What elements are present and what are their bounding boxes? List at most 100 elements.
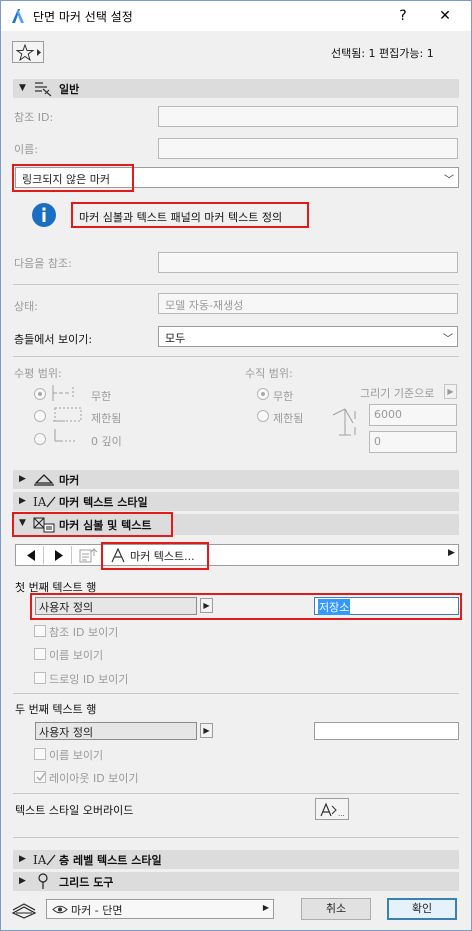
- divider: [13, 793, 459, 794]
- section-general[interactable]: ▼ 일반: [13, 79, 459, 98]
- show-name-2-checkbox[interactable]: [34, 748, 46, 760]
- info-icon: [32, 203, 56, 227]
- vertical-range-label: 수직 범위:: [245, 367, 293, 380]
- layers-icon: [11, 903, 37, 919]
- cancel-button[interactable]: 취소: [301, 898, 371, 920]
- horizontal-infinite-radio[interactable]: [34, 388, 46, 400]
- dialog-window: 단면 마커 선택 설정 ? ✕ 선택됨: 1 편집가능: 1 ▼ 일반 참조 I…: [0, 0, 472, 931]
- text-style-override-label: 텍스트 스타일 오버라이드: [15, 804, 134, 817]
- collapsed-triangle-icon: ▶: [19, 474, 26, 484]
- section-story-level-text-style[interactable]: ▶ IA 층 레벨 텍스트 스타일: [13, 850, 459, 869]
- star-icon: [16, 44, 41, 61]
- section-story-level-text-style-label: 층 레벨 텍스트 스타일: [59, 854, 162, 867]
- chevron-down-icon: ﹀: [443, 334, 453, 345]
- favorites-button[interactable]: [12, 41, 44, 63]
- upper-level-value: 6000: [374, 408, 402, 421]
- divider: [13, 693, 459, 694]
- section-marker[interactable]: ▶ 마커: [13, 470, 459, 489]
- second-row-mode-arrow[interactable]: ▶: [200, 723, 213, 738]
- marker-icon: [34, 474, 54, 486]
- divider: [13, 284, 459, 285]
- vertical-range-icon: [332, 408, 356, 436]
- layer-dropdown[interactable]: 마커 - 단면 ▶: [46, 899, 274, 919]
- ok-button[interactable]: 확인: [387, 898, 457, 920]
- second-row-mode-popup[interactable]: 사용자 정의: [35, 722, 197, 740]
- title-bar: 단면 마커 선택 설정 ? ✕: [1, 1, 471, 31]
- second-row-text-input[interactable]: [314, 722, 459, 740]
- show-name-checkbox[interactable]: [34, 648, 46, 660]
- close-button[interactable]: ✕: [435, 6, 455, 26]
- horizontal-option-limited: 제한됨: [91, 412, 122, 425]
- collapsed-triangle-icon: ▶: [19, 854, 26, 864]
- status-label: 상태:: [14, 300, 38, 313]
- next-button[interactable]: [45, 546, 72, 564]
- vertical-option-infinite: 무한: [273, 390, 294, 403]
- horizontal-option-infinite: 무한: [91, 390, 112, 403]
- arrow-left-icon: [27, 550, 35, 561]
- draw-basis-button[interactable]: ▶: [444, 384, 457, 399]
- show-name-2-label: 이름 보이기: [49, 749, 104, 762]
- collapsed-triangle-icon: ▶: [19, 496, 26, 506]
- highlight-first-row: [30, 593, 462, 620]
- text-style-icon: IA: [33, 495, 56, 509]
- show-ref-id-label: 참조 ID 보이기: [49, 626, 119, 639]
- horizontal-range-label: 수평 범위:: [14, 367, 62, 380]
- ref-id-field: [158, 106, 458, 127]
- section-marker-text-style-label: 마커 텍스트 스타일: [59, 496, 148, 509]
- horizontal-option-zero-depth: 0 깊이: [91, 435, 122, 448]
- refer-to-field: [158, 252, 458, 273]
- highlight-symbol-text-section: [12, 512, 173, 537]
- name-field: [158, 138, 458, 159]
- grid-tool-icon: [38, 873, 48, 889]
- vertical-infinite-radio[interactable]: [257, 388, 269, 400]
- info-text: 마커 심볼과 텍스트 패널의 마커 텍스트 정의: [79, 211, 283, 224]
- refer-to-label: 다음을 참조:: [14, 257, 72, 270]
- horizontal-zero-depth-radio[interactable]: [34, 433, 46, 445]
- highlight-marker-mode: [12, 164, 134, 192]
- general-settings-icon: [35, 82, 52, 97]
- popup-arrow-icon: ▶: [448, 548, 455, 558]
- lower-level-field: 0: [369, 431, 457, 453]
- section-marker-label: 마커: [59, 474, 80, 487]
- vertical-option-limited: 제한됨: [273, 412, 304, 425]
- checkmark-icon: [36, 772, 46, 782]
- archicad-logo-icon: [12, 9, 24, 23]
- lower-level-value: 0: [374, 435, 381, 448]
- second-row-label: 두 번째 텍스트 행: [15, 703, 97, 716]
- show-on-stories-value: 모두: [165, 332, 186, 345]
- text-style-override-button[interactable]: ...: [315, 798, 349, 820]
- infinite-range-icon: [52, 385, 74, 401]
- help-button[interactable]: ?: [393, 6, 413, 26]
- divider: [13, 356, 459, 357]
- show-layout-id-checkbox[interactable]: [34, 771, 46, 783]
- section-grid-tool[interactable]: ▶ 그리드 도구: [13, 872, 459, 891]
- arrow-right-icon: [55, 550, 63, 561]
- section-general-label: 일반: [59, 83, 80, 96]
- text-panel-nav-bar: 마커 텍스트... ▶: [15, 544, 459, 566]
- story-text-style-icon: IA: [33, 853, 56, 867]
- upper-level-field: 6000: [369, 404, 457, 426]
- show-ref-id-checkbox[interactable]: [34, 625, 46, 637]
- show-on-stories-label: 층들에서 보이기:: [14, 333, 93, 346]
- section-marker-text-style[interactable]: ▶ IA 마커 텍스트 스타일: [13, 492, 459, 511]
- collapsed-triangle-icon: ▶: [19, 876, 26, 886]
- highlight-marker-text-popup: [101, 542, 209, 570]
- section-grid-tool-label: 그리드 도구: [59, 876, 114, 889]
- svg-text:...: ...: [338, 810, 345, 818]
- limited-range-icon: [53, 407, 82, 422]
- text-entry-icon: [79, 548, 98, 563]
- ref-id-label: 참조 ID:: [14, 111, 54, 124]
- vertical-limited-radio[interactable]: [257, 410, 269, 422]
- previous-button[interactable]: [17, 546, 44, 564]
- status-value: 모델 자동-재생성: [165, 299, 244, 312]
- show-drawing-id-checkbox[interactable]: [34, 672, 46, 684]
- popup-arrow-icon: ▶: [262, 903, 269, 912]
- svg-text:IA: IA: [33, 853, 47, 867]
- svg-text:IA: IA: [33, 495, 47, 509]
- expanded-triangle-icon: ▼: [19, 83, 26, 93]
- horizontal-limited-radio[interactable]: [34, 410, 46, 422]
- second-row-mode-value: 사용자 정의: [39, 726, 94, 739]
- window-title: 단면 마커 선택 설정: [33, 10, 133, 24]
- name-label: 이름:: [14, 143, 38, 156]
- show-on-stories-dropdown[interactable]: 모두 ﹀: [158, 326, 458, 347]
